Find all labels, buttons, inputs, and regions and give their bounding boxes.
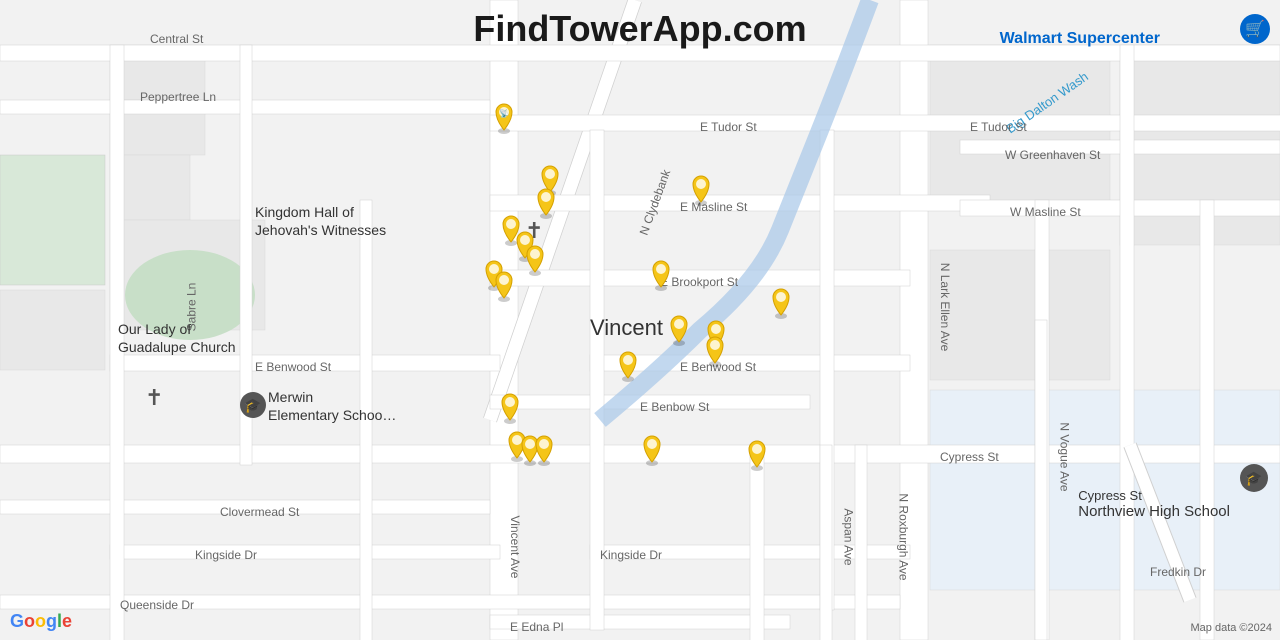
walmart-icon: 🛒 — [1240, 14, 1270, 44]
kingdom-hall-label: Kingdom Hall of Jehovah's Witnesses — [255, 203, 386, 239]
our-lady-label: Our Lady of Guadalupe Church — [118, 320, 236, 356]
n-lark-ellen-ave-label: N Lark Ellen Ave — [938, 242, 952, 372]
w-masline-st-label: W Masline St — [1010, 205, 1081, 219]
w-greenhaven-label: W Greenhaven St — [1005, 148, 1100, 162]
northview-label: Cypress St Northview High School — [1078, 488, 1230, 520]
tower-marker-20 — [638, 430, 666, 466]
e-benbow-st-label: E Benbow St — [640, 400, 709, 414]
map-attribution: Map data ©2024 — [1191, 622, 1273, 634]
tower-marker-8 — [490, 266, 518, 302]
kingside-dr-right-label: Kingside Dr — [600, 548, 662, 562]
e-tudor-right-label: E Tudor St — [970, 120, 1027, 134]
merwin-school-icon: 🎓 — [240, 392, 266, 418]
map-container[interactable]: FindTowerApp.com 🛒 Walmart Supercenter B… — [0, 0, 1280, 640]
our-lady-cross-icon: ✝ — [145, 385, 163, 411]
tower-marker-14 — [614, 346, 642, 382]
merwin-label: Merwin Elementary Schoo… — [268, 388, 396, 424]
northview-school-icon: 🎓 — [1240, 464, 1268, 492]
n-roxburgh-ave-label: N Roxburgh Ave — [897, 493, 911, 580]
e-benwood-st-left-label: E Benwood St — [255, 360, 331, 374]
tower-marker-16 — [496, 388, 524, 424]
n-vogue-ave-label: N Vogue Ave — [1058, 422, 1072, 491]
clovermead-st-label: Clovermead St — [220, 505, 299, 519]
fredkin-dr-label: Fredkin Dr — [1150, 565, 1206, 579]
cypress-st-right-label: Cypress St — [940, 450, 999, 464]
tower-marker-15 — [701, 331, 729, 367]
tower-marker-13 — [767, 283, 795, 319]
aspan-ave-label: Aspan Ave — [842, 508, 856, 565]
svg-text:📡: 📡 — [499, 108, 509, 118]
central-st-label: Central St — [150, 32, 203, 46]
tower-marker-19 — [530, 430, 558, 466]
tower-marker-11 — [665, 310, 693, 346]
tower-marker-21 — [743, 435, 771, 471]
queenside-dr-label: Queenside Dr — [120, 598, 194, 612]
tower-marker-9 — [687, 170, 715, 206]
vincent-ave-label: Vincent Ave — [508, 497, 522, 597]
peppertree-ln-label: Peppertree Ln — [140, 90, 216, 104]
google-logo: G o o g l e — [10, 611, 72, 632]
tower-marker-10 — [647, 255, 675, 291]
e-edna-pl-label: E Edna Pl — [510, 620, 563, 634]
tower-marker-1: 📡 — [490, 98, 518, 134]
e-tudor-st-label: E Tudor St — [700, 120, 757, 134]
app-title: FindTowerApp.com — [473, 8, 806, 50]
tower-marker-6 — [521, 240, 549, 276]
walmart-label: Walmart Supercenter — [1000, 30, 1160, 48]
tower-marker-3 — [532, 183, 560, 219]
vincent-label: Vincent — [590, 315, 663, 341]
kingside-dr-left-label: Kingside Dr — [195, 548, 257, 562]
